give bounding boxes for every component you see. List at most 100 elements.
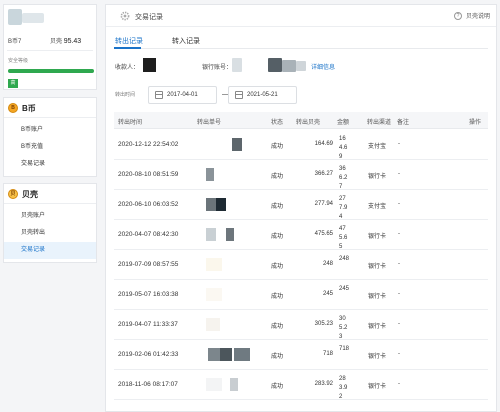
col-amount: 金额 (337, 120, 350, 126)
divider (7, 50, 93, 51)
order-no-redacted (220, 348, 232, 361)
shell-label: 贝壳 (50, 39, 63, 45)
tab-incoming[interactable]: 转入记录 (172, 36, 200, 46)
row-note: - (398, 141, 400, 147)
shell-menu-header: 贝 贝壳 (4, 184, 96, 204)
table-row: 2020-08-10 08:51:59 成功 366.27 366.27 银行卡 - (114, 160, 488, 190)
col-actions: 操作 (469, 120, 482, 126)
shell-value: 95.43 (63, 38, 82, 45)
row-amount: 475.65 (339, 226, 348, 250)
row-status: 成功 (271, 174, 284, 180)
order-no-redacted (206, 288, 222, 301)
row-note: - (398, 321, 400, 327)
security-level-bar (8, 69, 94, 73)
row-time: 2020-08-10 08:51:59 (118, 171, 179, 178)
row-status: 成功 (271, 354, 284, 360)
bank-account-label: 银行账号： (202, 65, 233, 71)
recipient-redacted (143, 58, 156, 72)
row-amount: 245 (339, 286, 350, 292)
row-status: 成功 (271, 294, 284, 300)
row-amount: 277.94 (339, 196, 348, 220)
transactions-panel: 交易记录 ? 贝壳说明 转出记录 转入记录 收款人： 银行账号： 详细信息 转出时… (105, 4, 497, 412)
order-no-redacted (226, 228, 234, 241)
row-channel: 支付宝 (368, 144, 387, 150)
row-channel: 银行卡 (368, 354, 387, 360)
row-channel: 银行卡 (368, 294, 387, 300)
row-channel: 银行卡 (368, 264, 387, 270)
calendar-icon (155, 91, 163, 99)
row-note: - (398, 261, 400, 267)
row-channel: 银行卡 (368, 174, 387, 180)
row-note: - (398, 381, 400, 387)
row-status: 成功 (271, 264, 284, 270)
bcoin-menu: B B币 B币账户 B币充值 交易记录 (3, 97, 97, 177)
row-amount: 164.69 (339, 136, 348, 160)
row-time: 2019-02-06 01:42:33 (118, 351, 179, 358)
row-channel: 银行卡 (368, 324, 387, 330)
calendar-icon (235, 91, 243, 99)
order-no-redacted (234, 348, 250, 361)
order-no-redacted (230, 378, 238, 391)
tabs-divider (114, 48, 488, 49)
sidebar-item-shell-transactions[interactable]: 交易记录 (4, 242, 96, 259)
tab-outgoing[interactable]: 转出记录 (115, 36, 143, 46)
row-time: 2020-04-07 08:42:30 (118, 231, 179, 238)
bank-account-redacted (268, 58, 282, 72)
shell-icon: 贝 (8, 189, 18, 199)
details-link[interactable]: 详细信息 (311, 62, 335, 71)
order-no-redacted (206, 378, 222, 391)
panel-header: 交易记录 ? 贝壳说明 (106, 5, 496, 27)
security-level-fill (8, 69, 94, 73)
end-date-value: 2021-05-21 (247, 92, 278, 98)
table-row: 2020-04-07 08:42:30 成功 475.65 475.65 银行卡 - (114, 220, 488, 250)
table-header: 转出时间 转出单号 状态 转出贝壳 金额 转出渠道 备注 操作 (114, 112, 488, 129)
row-time: 2019-07-09 08:57:55 (118, 261, 179, 268)
account-card: B币7 贝壳 95.43 安全等级 高 (3, 4, 97, 90)
bank-account-redacted (282, 60, 296, 72)
sidebar-item-bcoin-recharge[interactable]: B币充值 (4, 139, 96, 156)
table-row: 2019-05-07 16:03:38 成功 245 245 银行卡 - (114, 280, 488, 310)
sidebar-item-shell-withdraw[interactable]: 贝壳转出 (4, 225, 96, 242)
table-row: 2020-06-10 06:03:52 成功 277.94 277.94 支付宝 - (114, 190, 488, 220)
end-date-input[interactable]: 2021-05-21 (228, 86, 297, 104)
order-no-redacted (206, 258, 222, 271)
table-row: 2020-12-12 22:54:02 成功 164.69 164.69 支付宝 - (114, 130, 488, 160)
row-shells: 248 (322, 261, 333, 267)
row-note: - (398, 351, 400, 357)
bcoin-menu-header: B B币 (4, 98, 96, 118)
col-shells: 转出贝壳 (296, 120, 321, 126)
shell-menu: 贝 贝壳 贝壳账户 贝壳转出 交易记录 (3, 183, 97, 263)
row-channel: 银行卡 (368, 384, 387, 390)
sidebar-item-bcoin-account[interactable]: B币账户 (4, 122, 96, 139)
row-time: 2019-05-07 16:03:38 (118, 291, 179, 298)
help-label: 贝壳说明 (465, 14, 490, 20)
order-no-redacted (216, 198, 226, 211)
sidebar-item-shell-account[interactable]: 贝壳账户 (4, 208, 96, 225)
row-shells: 475.65 (314, 231, 333, 237)
row-note: - (398, 231, 400, 237)
row-status: 成功 (271, 384, 284, 390)
avatar[interactable] (8, 9, 22, 25)
sidebar-item-bcoin-transactions[interactable]: 交易记录 (4, 156, 96, 173)
row-shells: 277.94 (314, 201, 333, 207)
start-date-value: 2017-04-01 (167, 92, 198, 98)
row-channel: 支付宝 (368, 204, 387, 210)
security-badge: 高 (8, 79, 18, 88)
row-amount: 305.23 (339, 316, 348, 340)
question-icon: ? (453, 12, 462, 21)
row-time: 2019-04-07 11:33:37 (118, 321, 178, 328)
bcoin-label: B币 (8, 39, 19, 45)
coin-icon: B (8, 103, 18, 113)
row-shells: 283.92 (314, 381, 333, 387)
row-channel: 银行卡 (368, 234, 387, 240)
row-status: 成功 (271, 204, 284, 210)
start-date-input[interactable]: 2017-04-01 (148, 86, 217, 104)
col-note: 备注 (397, 120, 410, 126)
row-shells: 245 (322, 291, 333, 297)
row-time: 2020-06-10 06:03:52 (118, 201, 179, 208)
row-amount: 283.92 (339, 376, 348, 400)
help-link[interactable]: ? 贝壳说明 (453, 11, 490, 21)
bank-account-redacted (296, 61, 306, 71)
page-title: 交易记录 (135, 14, 163, 21)
row-shells: 718 (322, 351, 333, 357)
